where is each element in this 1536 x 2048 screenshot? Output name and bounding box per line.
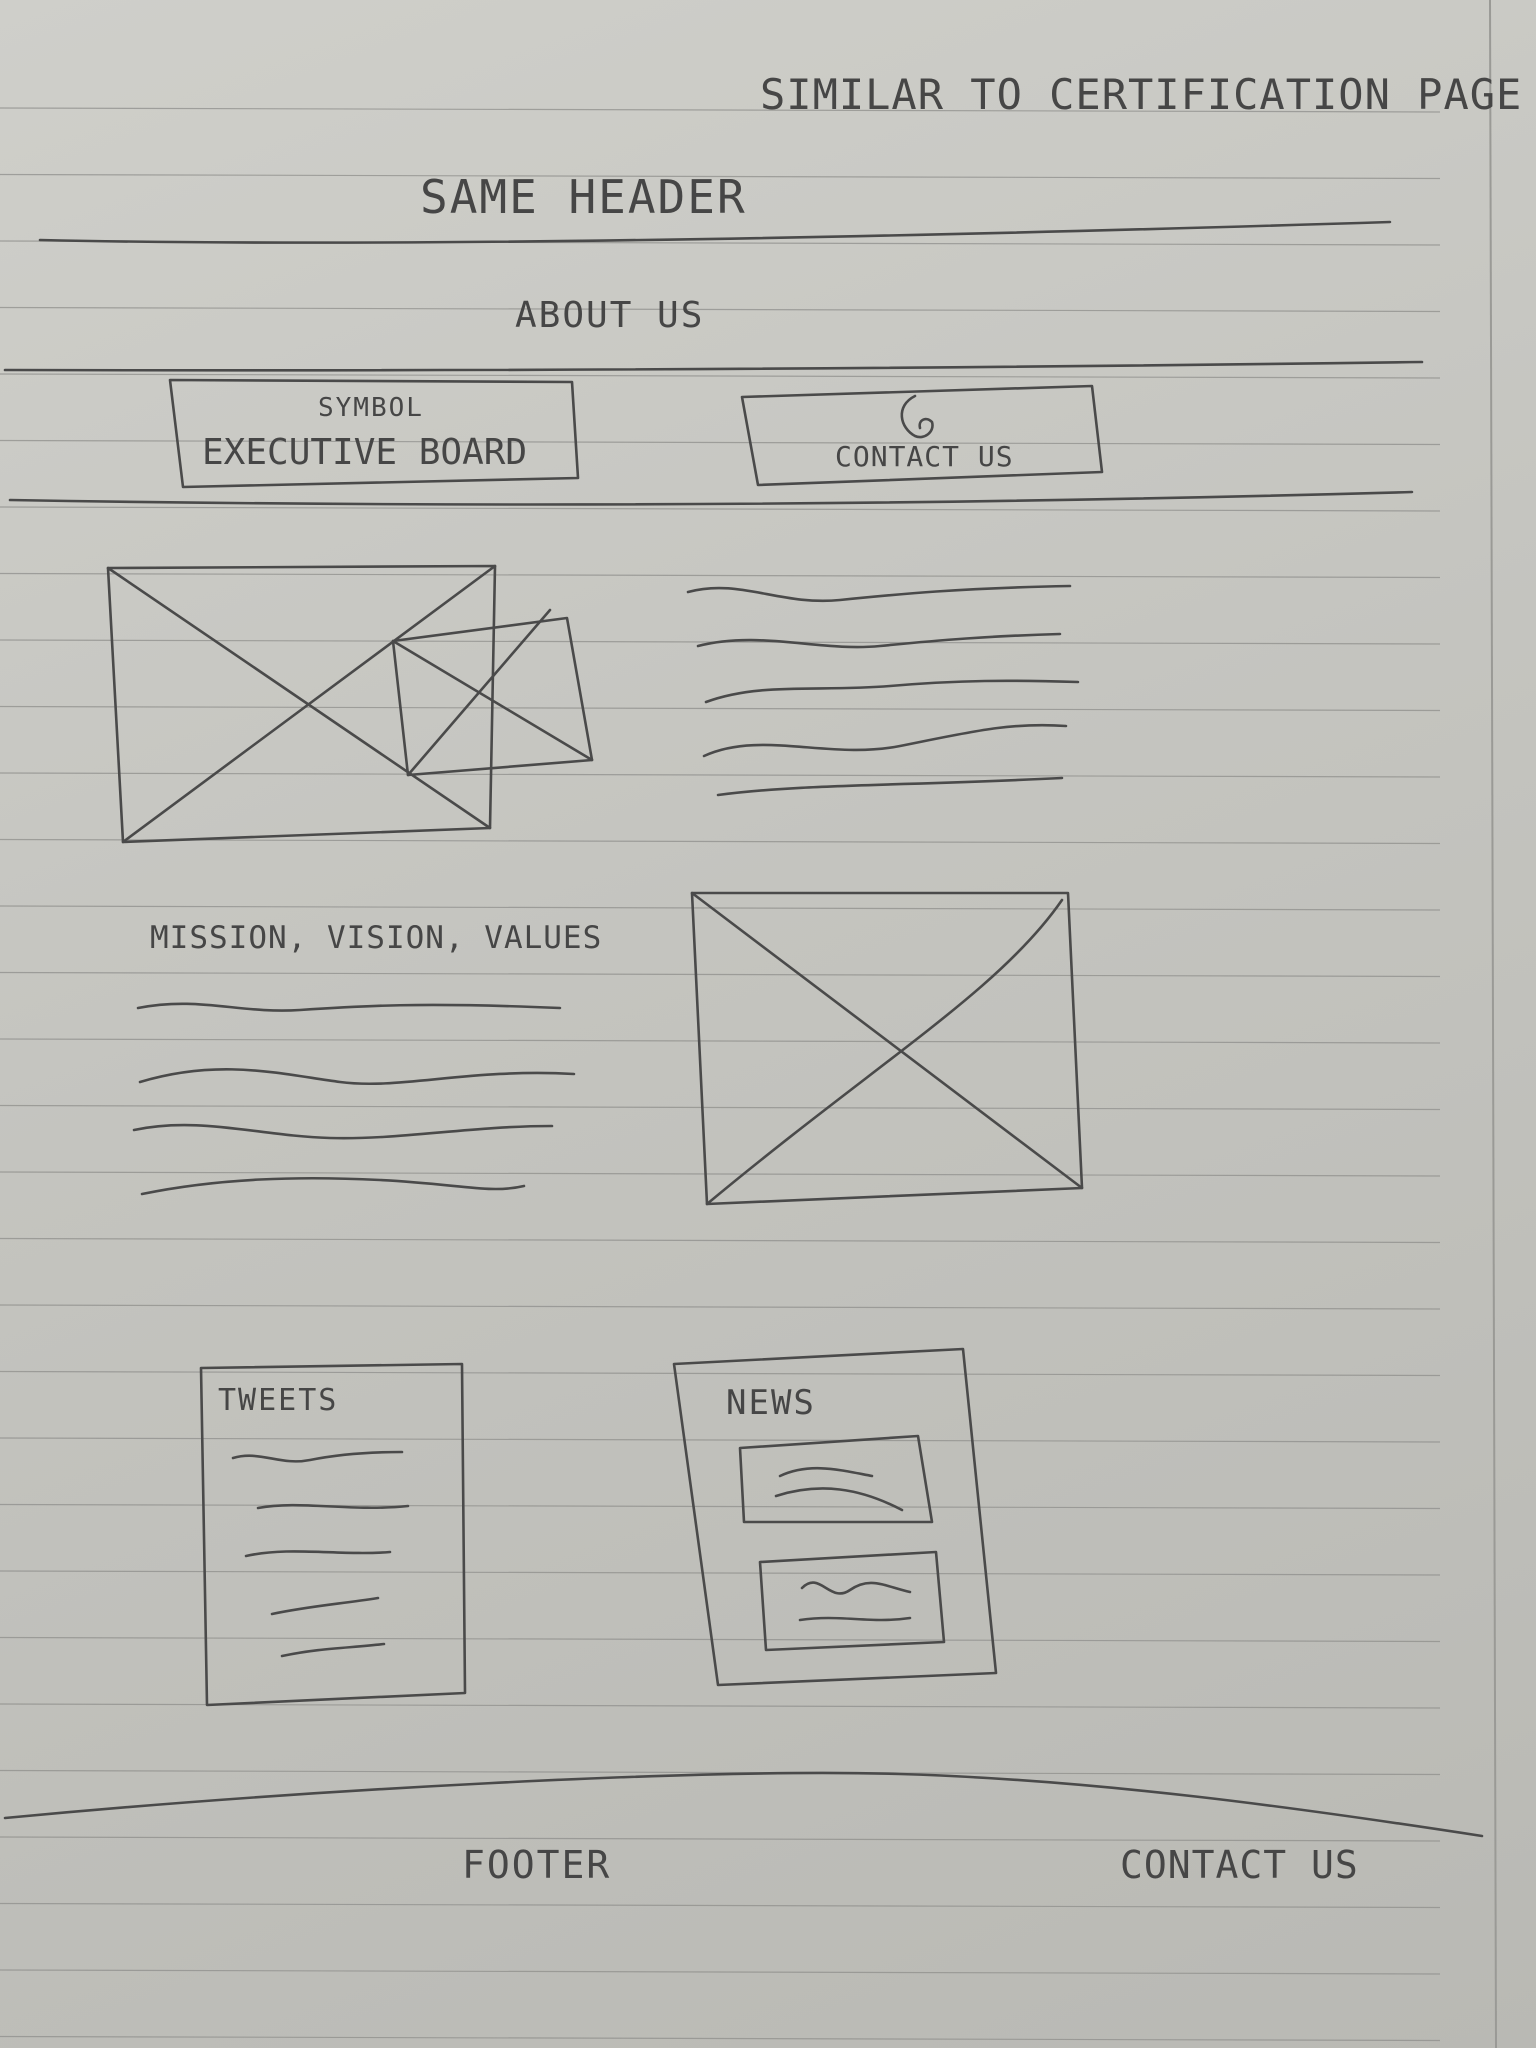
wireframe-sketch	[3, 220, 1484, 1838]
header-divider	[38, 220, 1392, 244]
mission-image-placeholder	[690, 891, 1084, 1206]
contact-us-button[interactable]	[740, 384, 1104, 487]
phone-icon	[900, 394, 934, 439]
nav-divider	[8, 490, 1414, 506]
title-divider	[3, 360, 1424, 372]
image-placeholder-large	[106, 564, 497, 844]
about-text-placeholder	[686, 584, 1080, 797]
mission-text-placeholder	[132, 1002, 576, 1196]
news-item-2[interactable]	[758, 1550, 946, 1652]
footer-divider	[3, 1771, 1484, 1838]
executive-board-button[interactable]	[168, 378, 580, 489]
tweets-panel	[199, 1362, 467, 1707]
news-item-1[interactable]	[738, 1434, 934, 1524]
news-panel	[672, 1347, 998, 1687]
